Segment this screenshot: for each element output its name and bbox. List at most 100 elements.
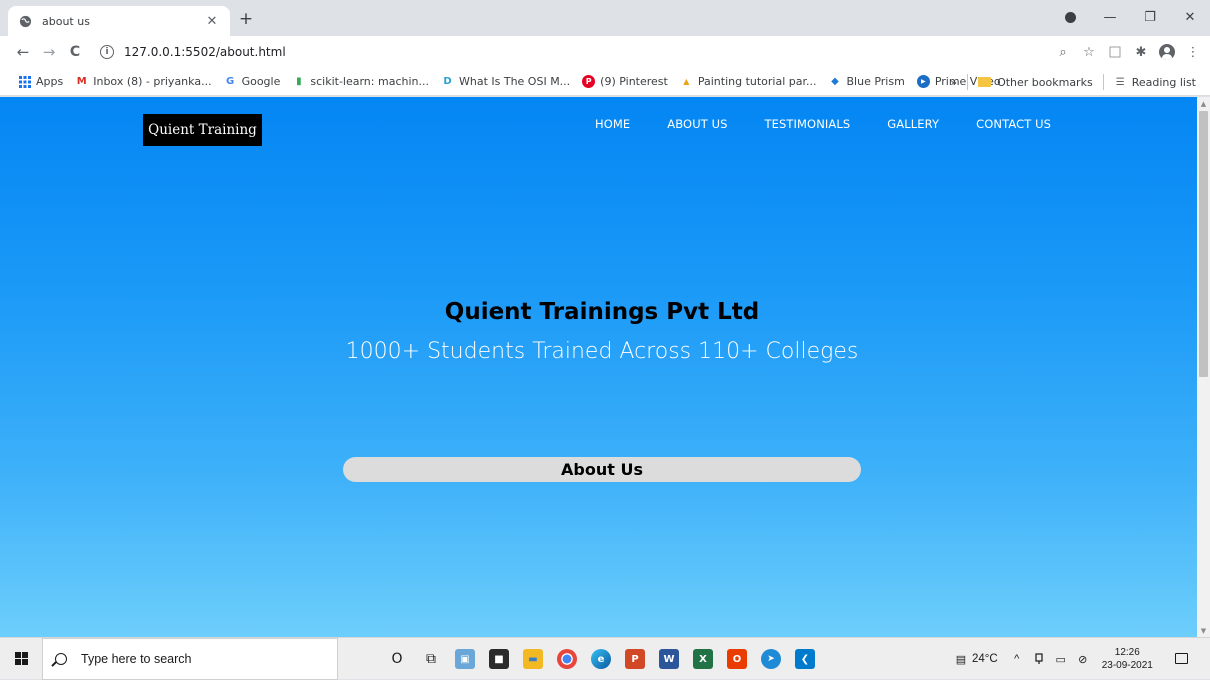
reading-list-icon: ☰ — [1115, 76, 1125, 88]
tray-chevron-icon[interactable]: ^ — [1008, 650, 1026, 668]
restore-button[interactable]: ❐ — [1130, 0, 1170, 34]
scroll-down-arrow[interactable]: ▼ — [1197, 624, 1210, 637]
other-bookmarks-label: Other bookmarks — [997, 75, 1093, 89]
profile-record-icon[interactable] — [1050, 0, 1090, 34]
extension-icon[interactable] — [1104, 41, 1126, 63]
hero-title: Quient Trainings Pvt Ltd — [444, 299, 760, 325]
site-nav: HOME ABOUT US TESTIMONIALS GALLERY CONTA… — [595, 117, 1088, 131]
back-button[interactable]: ← — [10, 39, 36, 65]
vscode-icon[interactable]: ❮ — [788, 638, 822, 680]
search-placeholder: Type here to search — [81, 651, 192, 666]
nav-testimonials[interactable]: TESTIMONIALS — [765, 117, 851, 131]
bookmark-pinterest[interactable]: P (9) Pinterest — [576, 71, 674, 93]
gmail-icon: M — [76, 76, 87, 87]
taskbar-clock[interactable]: 12:26 23-09-2021 — [1102, 646, 1153, 672]
notification-center-icon[interactable] — [1172, 649, 1190, 667]
bookmark-label: Blue Prism — [846, 75, 905, 88]
globe-icon — [18, 14, 32, 28]
browser-toolbar: ← → C i 127.0.0.1:5502/about.html ⌕ ☆ ✱ … — [0, 36, 1210, 68]
forward-button[interactable]: → — [36, 39, 62, 65]
address-url[interactable]: 127.0.0.1:5502/about.html — [124, 45, 286, 59]
weather-temperature[interactable]: 24°C — [972, 653, 998, 665]
chrome-menu-icon[interactable]: ⋮ — [1182, 41, 1204, 63]
apps-grid-icon — [18, 75, 31, 88]
reading-list-label: Reading list — [1131, 75, 1196, 89]
bookmarks-divider — [1102, 74, 1104, 90]
system-tray: ▤ 24°C ^ ▭ ⊘ 12:26 23-09-2021 — [950, 638, 1153, 680]
blue-prism-icon: ◆ — [831, 76, 839, 87]
window-controls: — ❐ ✕ — [1050, 0, 1210, 34]
excel-icon[interactable]: X — [686, 638, 720, 680]
photos-icon[interactable]: ▣ — [448, 638, 482, 680]
bookmark-gmail[interactable]: M Inbox (8) - priyanka... — [69, 71, 217, 93]
news-widget-icon[interactable]: ▤ — [952, 650, 970, 668]
bookmarks-bar: Apps M Inbox (8) - priyanka... G Google … — [0, 68, 1210, 96]
extensions-puzzle-icon[interactable]: ✱ — [1130, 41, 1152, 63]
clock-date: 23-09-2021 — [1101, 660, 1153, 671]
painting-icon: ▲ — [683, 77, 690, 86]
bookmark-label: Google — [241, 75, 281, 88]
nav-contact-us[interactable]: CONTACT US — [976, 117, 1051, 131]
browser-tab[interactable]: about us ✕ — [8, 6, 230, 36]
battery-icon[interactable]: ▭ — [1052, 650, 1070, 668]
bookmark-scikit[interactable]: ▮ scikit-learn: machin... — [286, 71, 435, 93]
site-logo[interactable]: Quient Training — [143, 114, 262, 146]
pinned-apps: O ⧉ ▣ ■ ▬ ● e P W X O ➤ ❮ — [380, 638, 822, 680]
windows-taskbar: Type here to search O ⧉ ▣ ■ ▬ ● e P W X … — [0, 637, 1210, 680]
file-explorer-icon[interactable]: ▬ — [516, 638, 550, 680]
osi-icon: D — [443, 76, 452, 87]
bookmark-osi[interactable]: D What Is The OSI M... — [435, 71, 576, 93]
bookmarks-divider — [967, 74, 969, 90]
page-scrollbar[interactable]: ▲ ▼ — [1197, 97, 1210, 637]
page-viewport: Quient Training HOME ABOUT US TESTIMONIA… — [0, 97, 1197, 637]
network-disconnected-icon[interactable]: ⊘ — [1074, 650, 1092, 668]
bookmark-apps[interactable]: Apps — [12, 71, 69, 93]
bookmark-label: Apps — [36, 75, 64, 88]
bookmark-star-icon[interactable]: ☆ — [1078, 41, 1100, 63]
office-icon[interactable]: O — [720, 638, 754, 680]
hero-subtitle: 1000+ Students Trained Across 110+ Colle… — [345, 339, 859, 364]
bookmarks-right: » Other bookmarks ☰ Reading list — [944, 71, 1202, 93]
nav-gallery[interactable]: GALLERY — [887, 117, 939, 131]
bookmarks-overflow-button[interactable]: » — [944, 71, 963, 93]
task-view-icon[interactable]: ⧉ — [414, 638, 448, 680]
start-button[interactable] — [0, 638, 42, 680]
address-bar[interactable]: i 127.0.0.1:5502/about.html — [100, 39, 1085, 65]
about-us-heading: About Us — [343, 457, 861, 482]
bookmark-label: scikit-learn: machin... — [310, 75, 429, 88]
usb-device-icon[interactable] — [1030, 650, 1048, 668]
tab-close-icon[interactable]: ✕ — [204, 13, 220, 29]
other-bookmarks-folder[interactable]: Other bookmarks — [972, 71, 1099, 93]
reading-list-button[interactable]: ☰ Reading list — [1108, 71, 1202, 93]
edge-icon[interactable]: e — [584, 638, 618, 680]
zoom-icon[interactable]: ⌕ — [1052, 41, 1074, 63]
site-info-icon[interactable]: i — [100, 45, 114, 59]
windows-logo-icon — [14, 652, 28, 665]
bookmark-label: Inbox (8) - priyanka... — [93, 75, 212, 88]
scikit-icon: ▮ — [296, 76, 302, 87]
chrome-icon[interactable]: ● — [550, 638, 584, 680]
word-icon[interactable]: W — [652, 638, 686, 680]
browser-compass-icon[interactable]: ➤ — [754, 638, 788, 680]
reload-button[interactable]: C — [62, 39, 88, 65]
minimize-button[interactable]: — — [1090, 0, 1130, 34]
bookmark-blue-prism[interactable]: ◆ Blue Prism — [823, 71, 911, 93]
close-window-button[interactable]: ✕ — [1170, 0, 1210, 34]
powerpoint-icon[interactable]: P — [618, 638, 652, 680]
cortana-icon[interactable]: O — [380, 638, 414, 680]
store-icon[interactable]: ■ — [482, 638, 516, 680]
bookmark-label: What Is The OSI M... — [458, 75, 571, 88]
nav-about-us[interactable]: ABOUT US — [667, 117, 727, 131]
bookmark-painting[interactable]: ▲ Painting tutorial par... — [674, 71, 823, 93]
nav-home[interactable]: HOME — [595, 117, 630, 131]
bookmark-google[interactable]: G Google — [218, 71, 287, 93]
scroll-thumb[interactable] — [1199, 111, 1208, 377]
profile-avatar-icon[interactable] — [1156, 41, 1178, 63]
pinterest-icon: P — [582, 75, 596, 88]
bookmark-label: Painting tutorial par... — [697, 75, 817, 88]
scroll-up-arrow[interactable]: ▲ — [1197, 97, 1210, 110]
folder-icon — [978, 77, 992, 87]
new-tab-button[interactable]: + — [236, 9, 256, 29]
taskbar-search[interactable]: Type here to search — [42, 637, 338, 680]
search-icon — [55, 652, 67, 665]
